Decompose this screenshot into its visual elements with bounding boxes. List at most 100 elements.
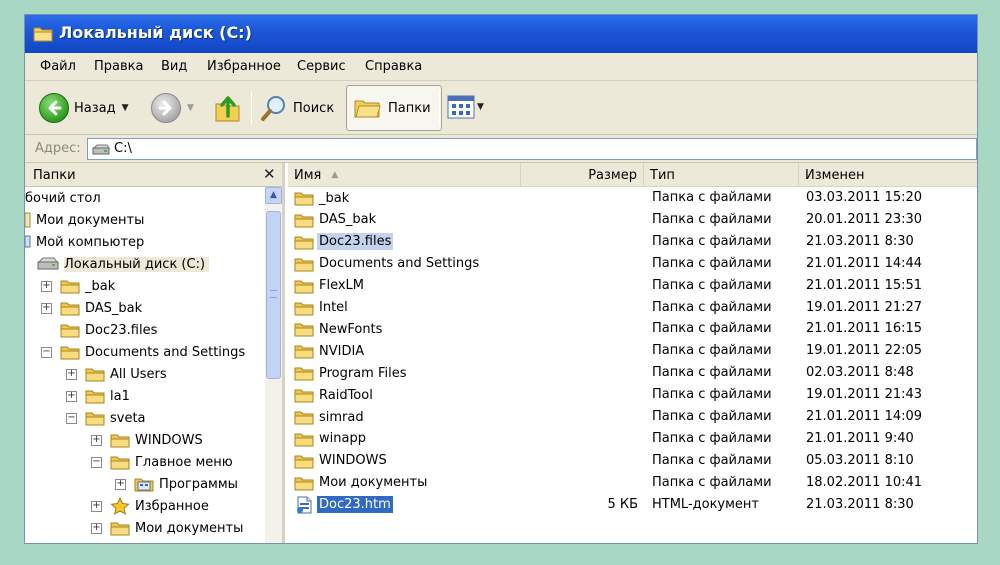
file-name-cell: Documents and Settings bbox=[294, 253, 481, 275]
menu-view[interactable]: Вид bbox=[161, 59, 187, 74]
file-row[interactable]: Doc23.htm 5 КБ HTML-документ 21.03.2011 8:3… bbox=[288, 494, 977, 516]
file-modified: 19.01.2011 21:27 bbox=[806, 299, 923, 315]
tree-item-label: la1 bbox=[110, 388, 130, 404]
tree-item-my-computer[interactable]: Мой компьютер bbox=[25, 231, 144, 253]
column-size-label: Размер bbox=[588, 167, 637, 183]
folders-button[interactable]: Папки bbox=[346, 85, 442, 131]
file-name-cell: Program Files bbox=[294, 362, 409, 384]
file-row[interactable]: NewFonts Папка с файлами 21.01.2011 16:15 bbox=[288, 318, 977, 340]
file-row[interactable]: Documents and Settings Папка с файлами 21.… bbox=[288, 253, 977, 275]
expand-plus-icon[interactable]: + bbox=[91, 500, 102, 512]
scrollbar-thumb[interactable] bbox=[266, 211, 281, 379]
menu-favorites[interactable]: Избранное bbox=[207, 59, 281, 74]
tree-item-my-documents[interactable]: Мои документы bbox=[25, 209, 144, 231]
expand-plus-icon[interactable]: + bbox=[91, 434, 102, 446]
column-header-modified[interactable]: Изменен bbox=[799, 163, 977, 187]
tree-item-label: DAS_bak bbox=[85, 300, 143, 316]
collapse-minus-icon[interactable]: − bbox=[91, 456, 102, 468]
file-row[interactable]: NVIDIA Папка с файлами 19.01.2011 22:05 bbox=[288, 340, 977, 362]
folder-icon bbox=[294, 345, 314, 359]
file-name-cell: winapp bbox=[294, 428, 368, 450]
tree-scrollbar[interactable]: ▲ bbox=[265, 187, 282, 543]
tree-item-doc23-files[interactable]: Doc23.files bbox=[60, 319, 157, 341]
tree-item-documents-and-settings[interactable]: − Documents and Settings bbox=[41, 341, 245, 363]
folder-window-icon bbox=[33, 27, 53, 42]
search-label: Поиск bbox=[293, 100, 335, 116]
file-row[interactable]: RaidTool Папка с файлами 19.01.2011 21:43 bbox=[288, 384, 977, 406]
sort-ascending-icon: ▲ bbox=[331, 170, 339, 180]
up-folder-button[interactable] bbox=[213, 92, 243, 124]
expand-plus-icon[interactable]: + bbox=[41, 302, 52, 314]
tree-item-start-menu[interactable]: − Главное меню bbox=[91, 451, 233, 473]
file-modified: 21.01.2011 14:44 bbox=[806, 255, 923, 271]
file-modified: 05.03.2011 8:10 bbox=[806, 452, 914, 468]
title-bar[interactable]: Локальный диск (C:) bbox=[25, 15, 977, 53]
tree-item-sveta[interactable]: − sveta bbox=[66, 407, 146, 429]
file-type: Папка с файлами bbox=[652, 452, 772, 468]
file-row[interactable]: simrad Папка с файлами 21.01.2011 14:09 bbox=[288, 406, 977, 428]
file-name: DAS_bak bbox=[319, 212, 377, 228]
tree-item-favorites[interactable]: + Избранное bbox=[91, 495, 209, 517]
file-row[interactable]: _bak Папка с файлами 03.03.2011 15:20 bbox=[288, 187, 977, 209]
expand-plus-icon[interactable]: + bbox=[41, 280, 52, 292]
forward-button[interactable]: ▼ bbox=[151, 93, 194, 123]
file-modified: 19.01.2011 22:05 bbox=[806, 343, 923, 359]
file-row[interactable]: DAS_bak Папка с файлами 20.01.2011 23:30 bbox=[288, 209, 977, 231]
tree-item-label: sveta bbox=[110, 410, 146, 426]
collapse-minus-icon[interactable]: − bbox=[41, 346, 52, 358]
file-row[interactable]: WINDOWS Папка с файлами 05.03.2011 8:10 bbox=[288, 450, 977, 472]
folder-icon bbox=[294, 323, 314, 337]
expand-plus-icon[interactable]: + bbox=[66, 368, 77, 380]
folder-icon bbox=[110, 522, 130, 536]
file-name: Documents and Settings bbox=[319, 256, 480, 272]
folders-icon bbox=[354, 100, 381, 118]
file-modified: 20.01.2011 23:30 bbox=[806, 211, 923, 227]
file-row[interactable]: Мои документы Папка с файлами 18.02.2011 1… bbox=[288, 472, 977, 494]
scroll-up-arrow-icon[interactable]: ▲ bbox=[265, 187, 282, 204]
tree-item-label: Главное меню bbox=[135, 454, 233, 470]
expand-plus-icon[interactable]: + bbox=[66, 390, 77, 402]
file-name: winapp bbox=[319, 431, 366, 447]
tree-item-label: Мои документы bbox=[135, 520, 244, 536]
tree-item-label: Мой компьютер bbox=[36, 234, 145, 250]
column-modified-label: Изменен bbox=[805, 167, 865, 183]
file-row[interactable]: FlexLM Папка с файлами 21.01.2011 15:51 bbox=[288, 275, 977, 297]
forward-dropdown-icon: ▼ bbox=[187, 103, 194, 113]
tree-item-local-disk[interactable]: Локальный диск (C:) bbox=[37, 253, 210, 275]
menu-help[interactable]: Справка bbox=[365, 59, 422, 74]
tree-item-das-bak[interactable]: + DAS_bak bbox=[41, 297, 142, 319]
tree-item-la1[interactable]: + la1 bbox=[66, 385, 130, 407]
column-header-size[interactable]: Размер bbox=[521, 163, 644, 187]
back-dropdown-icon[interactable]: ▼ bbox=[122, 103, 129, 113]
file-row[interactable]: Program Files Папка с файлами 02.03.2011 8… bbox=[288, 362, 977, 384]
expand-plus-icon[interactable]: + bbox=[115, 478, 126, 490]
column-header-name[interactable]: Имя ▲ bbox=[288, 163, 521, 187]
file-name: Program Files bbox=[319, 365, 407, 381]
file-type: Папка с файлами bbox=[652, 255, 772, 271]
menu-tools[interactable]: Сервис bbox=[297, 59, 346, 74]
address-field[interactable]: C:\ bbox=[87, 138, 977, 160]
column-header-type[interactable]: Тип bbox=[644, 163, 799, 187]
tree-item-my-documents-sub[interactable]: + Мои документы bbox=[91, 517, 243, 539]
back-button[interactable]: Назад ▼ bbox=[39, 93, 129, 123]
views-button[interactable]: ▼ bbox=[447, 95, 484, 119]
file-row[interactable]: Intel Папка с файлами 19.01.2011 21:27 bbox=[288, 297, 977, 319]
tree-item-all-users[interactable]: + All Users bbox=[66, 363, 167, 385]
file-modified: 21.03.2011 8:30 bbox=[806, 496, 914, 512]
folder-icon bbox=[294, 389, 314, 403]
views-dropdown-icon[interactable]: ▼ bbox=[477, 102, 484, 112]
address-value: C:\ bbox=[114, 141, 132, 156]
expand-plus-icon[interactable]: + bbox=[91, 522, 102, 534]
file-row[interactable]: Doc23.files Папка с файлами 21.03.2011 8:3… bbox=[288, 231, 977, 253]
close-icon[interactable]: ✕ bbox=[263, 165, 276, 183]
menu-edit[interactable]: Правка bbox=[94, 59, 143, 74]
tree-item-desktop[interactable]: бочий стол bbox=[25, 187, 101, 209]
menu-file[interactable]: Файл bbox=[40, 59, 76, 74]
collapse-minus-icon[interactable]: − bbox=[66, 412, 77, 424]
file-name: FlexLM bbox=[319, 278, 365, 294]
tree-item-bak[interactable]: + _bak bbox=[41, 275, 115, 297]
search-button[interactable]: Поиск bbox=[259, 93, 334, 123]
file-row[interactable]: winapp Папка с файлами 21.01.2011 9:40 bbox=[288, 428, 977, 450]
tree-item-programs[interactable]: + Программы bbox=[115, 473, 238, 495]
tree-item-windows[interactable]: + WINDOWS bbox=[91, 429, 203, 451]
